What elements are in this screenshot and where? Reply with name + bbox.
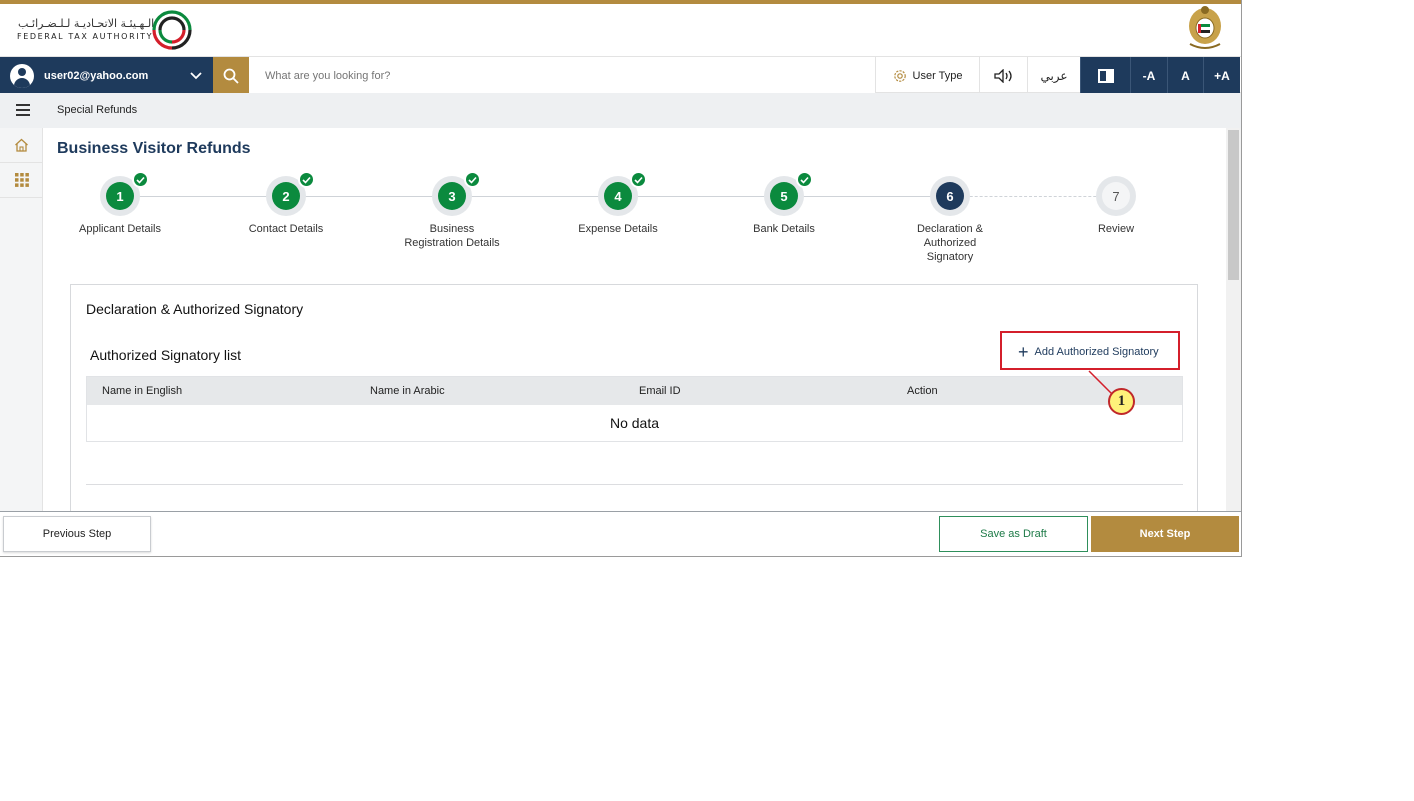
step-number: 2 xyxy=(272,182,300,210)
brand-name-english: FEDERAL TAX AUTHORITY xyxy=(17,32,154,41)
language-toggle[interactable]: عربي xyxy=(1027,57,1080,94)
panel-title: Declaration & Authorized Signatory xyxy=(86,301,304,317)
step-label: Expense Details xyxy=(578,223,658,235)
gear-icon xyxy=(893,69,906,82)
step-label: Contact Details xyxy=(248,223,324,235)
step-label: Business Registration Details xyxy=(404,223,500,249)
step-1[interactable]: 1 xyxy=(100,171,149,216)
app-window: الـهـيئـة الاتحـاديـة لـلـضـرائـب FEDERA… xyxy=(0,0,1242,557)
stepper-pending-line xyxy=(950,196,1116,197)
declaration-panel: Declaration & Authorized Signatory Autho… xyxy=(70,284,1198,511)
top-toolbar: user02@yahoo.com User Type عربي -A A +A xyxy=(0,56,1241,94)
column-header: Email ID xyxy=(639,385,681,397)
step-label: Review xyxy=(1097,223,1135,235)
search-button[interactable] xyxy=(213,57,249,94)
step-number: 1 xyxy=(106,182,134,210)
user-avatar-icon xyxy=(10,63,34,88)
scrollbar-thumb[interactable] xyxy=(1228,130,1239,280)
brand-name-arabic: الـهـيئـة الاتحـاديـة لـلـضـرائـب xyxy=(18,17,155,30)
left-rail xyxy=(0,128,43,511)
user-type-button[interactable]: User Type xyxy=(875,57,979,94)
main-content: Business Visitor Refunds 1 Applicant Det… xyxy=(43,128,1226,511)
footer-actions: Previous Step Save as Draft Next Step xyxy=(0,511,1241,556)
step-number: 4 xyxy=(604,182,632,210)
check-icon xyxy=(464,171,481,188)
annotation-callout-badge: 1 xyxy=(1108,388,1135,415)
step-number: 6 xyxy=(936,182,964,210)
apps-nav-button[interactable] xyxy=(0,163,43,198)
user-type-label: User Type xyxy=(912,69,963,82)
step-2[interactable]: 2 xyxy=(266,171,315,216)
step-7[interactable]: 7 xyxy=(1096,176,1136,216)
uae-emblem-icon xyxy=(1189,6,1221,49)
page-title: Business Visitor Refunds xyxy=(57,140,251,157)
home-nav-button[interactable] xyxy=(0,128,43,163)
fta-emblem-icon xyxy=(152,10,192,50)
step-label: Applicant Details xyxy=(79,223,161,235)
grid-icon xyxy=(14,173,29,187)
contrast-toggle-button[interactable] xyxy=(1080,57,1130,94)
column-header: Name in Arabic xyxy=(370,385,445,397)
hamburger-menu-icon[interactable] xyxy=(16,104,30,116)
column-header: Name in English xyxy=(102,385,183,397)
top-accent-line xyxy=(0,0,1241,4)
step-number: 5 xyxy=(770,182,798,210)
signatory-list-title: Authorized Signatory list xyxy=(90,347,241,363)
step-3[interactable]: 3 xyxy=(432,171,481,216)
vertical-scrollbar[interactable] xyxy=(1226,128,1241,511)
step-number: 7 xyxy=(1102,182,1130,210)
user-email: user02@yahoo.com xyxy=(44,69,149,82)
search-icon xyxy=(223,68,239,84)
speaker-icon xyxy=(993,68,1012,83)
check-icon xyxy=(132,171,149,188)
search-input[interactable] xyxy=(249,57,875,94)
step-label: Bank Details xyxy=(753,223,815,235)
table-header: Name in English Name in Arabic Email ID … xyxy=(87,377,1182,405)
step-label: Declaration & Authorized Signatory xyxy=(916,223,984,263)
stepper-progress-line xyxy=(120,196,950,197)
previous-step-button[interactable]: Previous Step xyxy=(3,516,151,552)
font-increase-button[interactable]: +A xyxy=(1203,57,1240,94)
font-decrease-button[interactable]: -A xyxy=(1130,57,1167,94)
text-to-speech-button[interactable] xyxy=(979,57,1027,94)
signatory-table: Name in English Name in Arabic Email ID … xyxy=(86,376,1183,442)
step-6[interactable]: 6 xyxy=(930,176,970,216)
check-icon xyxy=(630,171,647,188)
font-normal-button[interactable]: A xyxy=(1167,57,1203,94)
empty-table-message: No data xyxy=(609,415,660,431)
save-as-draft-button[interactable]: Save as Draft xyxy=(939,516,1088,552)
breadcrumb-bar: Special Refunds xyxy=(0,93,1241,128)
breadcrumb[interactable]: Special Refunds xyxy=(57,104,137,116)
check-icon xyxy=(298,171,315,188)
contrast-icon xyxy=(1097,68,1114,83)
chevron-down-icon[interactable] xyxy=(190,71,202,80)
column-header: Action xyxy=(907,385,938,397)
home-icon xyxy=(15,138,28,152)
step-5[interactable]: 5 xyxy=(764,171,813,216)
check-icon xyxy=(796,171,813,188)
step-4[interactable]: 4 xyxy=(598,171,647,216)
annotation-highlight-box xyxy=(1000,331,1180,370)
next-step-button[interactable]: Next Step xyxy=(1091,516,1239,552)
user-menu[interactable]: user02@yahoo.com xyxy=(0,57,213,94)
section-divider xyxy=(86,484,1183,485)
step-number: 3 xyxy=(438,182,466,210)
